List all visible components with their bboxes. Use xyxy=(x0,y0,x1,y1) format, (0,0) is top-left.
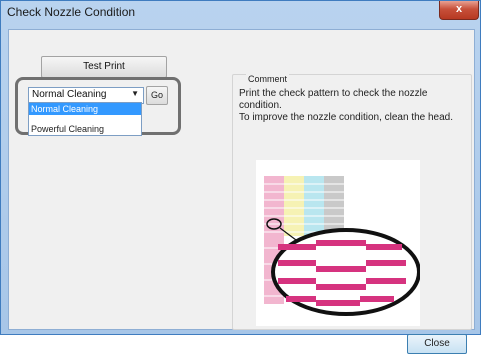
chevron-down-icon[interactable]: ▼ xyxy=(131,89,139,98)
comment-line-2: To improve the nozzle condition, clean t… xyxy=(239,112,454,123)
dialog-window: Check Nozzle Condition x Test Print Norm… xyxy=(0,0,481,354)
dialog-body: Test Print Normal Cleaning ▼ Go Normal C… xyxy=(8,29,475,354)
black-column xyxy=(324,176,344,236)
test-print-button[interactable]: Test Print xyxy=(41,56,167,78)
yellow-column xyxy=(284,176,304,236)
nozzle-pattern-illustration xyxy=(264,176,421,316)
go-button[interactable]: Go xyxy=(146,86,168,105)
comment-line-1: Print the check pattern to check the noz… xyxy=(239,88,428,111)
option-normal-cleaning[interactable]: Normal Cleaning xyxy=(29,103,141,115)
title-bar[interactable]: Check Nozzle Condition x xyxy=(1,1,480,23)
window-close-button[interactable]: x xyxy=(439,1,479,20)
zoomed-pattern xyxy=(271,228,421,316)
option-powerful-cleaning[interactable]: Powerful Cleaning xyxy=(29,123,141,135)
window-title: Check Nozzle Condition xyxy=(7,5,136,19)
cleaning-type-value: Normal Cleaning xyxy=(32,89,107,100)
cleaning-type-dropdown: Normal Cleaning Powerful Cleaning xyxy=(28,102,142,136)
dropdown-spacer xyxy=(29,115,141,123)
cyan-column xyxy=(304,176,324,236)
nozzle-check-pattern xyxy=(256,160,421,326)
close-button[interactable]: Close xyxy=(407,334,467,354)
comment-label: Comment xyxy=(246,74,290,84)
comment-text: Print the check pattern to check the noz… xyxy=(239,88,471,124)
